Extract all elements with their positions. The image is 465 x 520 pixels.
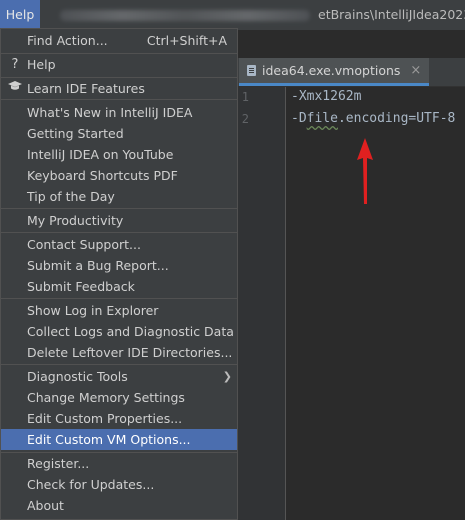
window-title-path: etBrains\IntelliJIdea2023 [318,7,465,22]
question-icon: ? [11,57,19,72]
menu-item-delete-leftover[interactable]: Delete Leftover IDE Directories... [1,342,237,363]
menu-item-submit-feedback[interactable]: Submit Feedback [1,276,237,297]
menu-item-learn-ide[interactable]: Learn IDE Features [1,78,237,99]
separator [1,99,237,100]
code-prefix: -D [291,111,307,126]
line-number: 1 [241,90,249,104]
separator [1,364,237,365]
menu-item-find-action[interactable]: Find Action... Ctrl+Shift+A [1,30,237,51]
menu-item-contact-support[interactable]: Contact Support... [1,234,237,255]
title-bar: Help etBrains\IntelliJIdea2023 [0,0,465,30]
menu-item-about[interactable]: About [1,495,237,516]
menu-item-getting-started[interactable]: Getting Started [1,123,237,144]
chevron-right-icon: ❯ [222,370,232,383]
menu-item-help[interactable]: ? Help [1,54,237,75]
graduation-cap-icon [8,78,22,99]
line-number-gutter: 1 2 [237,87,286,520]
menu-item-tip-of-the-day[interactable]: Tip of the Day [1,186,237,207]
close-icon[interactable]: × [410,63,421,78]
menu-item-youtube[interactable]: IntelliJ IDEA on YouTube [1,144,237,165]
separator [1,298,237,299]
file-icon [247,65,256,76]
editor-tab-strip: idea64.exe.vmoptions × [237,58,465,87]
menu-item-whats-new[interactable]: What's New in IntelliJ IDEA [1,102,237,123]
menu-item-change-memory[interactable]: Change Memory Settings [1,387,237,408]
menu-item-show-log[interactable]: Show Log in Explorer [1,300,237,321]
menu-item-submit-bug-report[interactable]: Submit a Bug Report... [1,255,237,276]
menu-item-check-updates[interactable]: Check for Updates... [1,474,237,495]
tab-label: idea64.exe.vmoptions [262,63,401,78]
separator [1,232,237,233]
menu-item-register[interactable]: Register... [1,453,237,474]
menu-item-diagnostic-tools[interactable]: Diagnostic Tools ❯ [1,366,237,387]
line-number: 2 [241,112,249,126]
code-line[interactable]: -Dfile.encoding=UTF-8 [291,111,455,126]
tab-vmoptions[interactable]: idea64.exe.vmoptions × [239,58,430,86]
menu-item-edit-custom-vm-options[interactable]: Edit Custom VM Options... [1,429,237,450]
menu-item-edit-custom-properties[interactable]: Edit Custom Properties... [1,408,237,429]
separator [1,208,237,209]
spelling-squiggle: file [306,111,338,126]
help-dropdown-menu: Find Action... Ctrl+Shift+A ? Help Learn… [0,28,238,520]
red-arrow-annotation [357,138,373,204]
code-rest: .encoding=UTF-8 [337,111,456,126]
blurred-title-text [60,10,310,21]
code-line[interactable]: -Xmx1262m [291,89,361,104]
help-menu-button[interactable]: Help [0,0,40,30]
menu-item-my-productivity[interactable]: My Productivity [1,210,237,231]
menu-item-collect-logs[interactable]: Collect Logs and Diagnostic Data [1,321,237,342]
shortcut-label: Ctrl+Shift+A [146,33,227,48]
menu-item-keyboard-shortcuts-pdf[interactable]: Keyboard Shortcuts PDF [1,165,237,186]
